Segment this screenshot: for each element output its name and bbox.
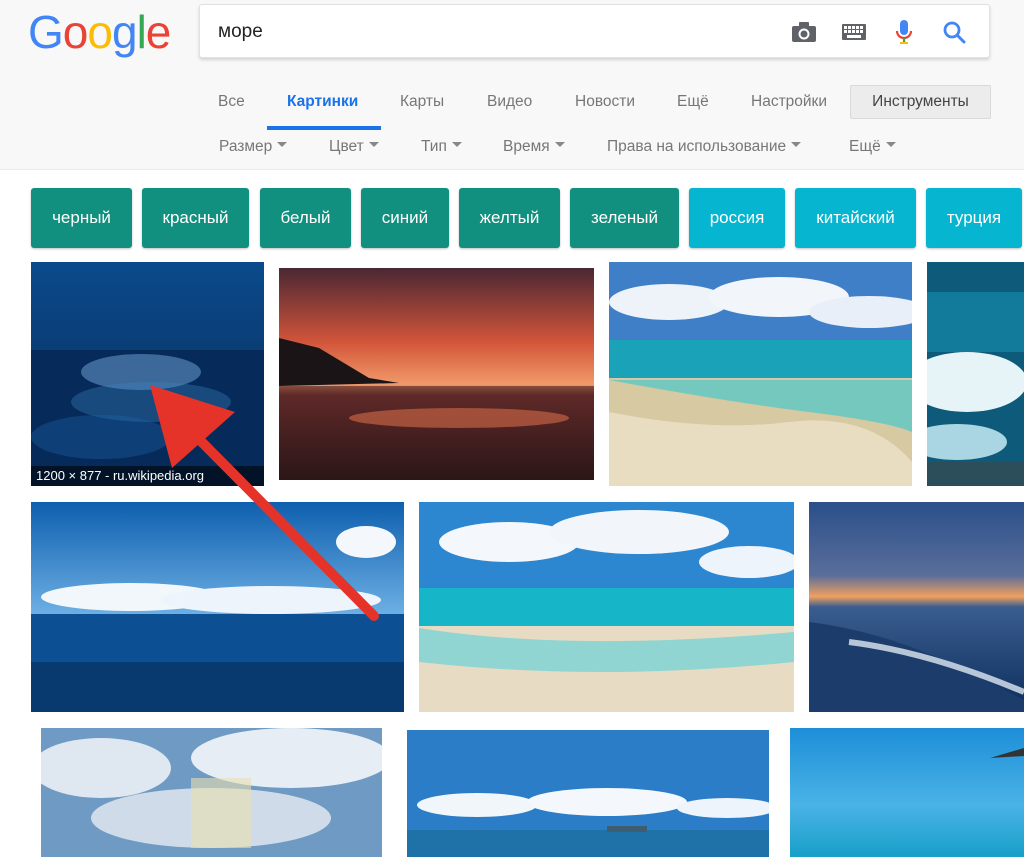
search-input[interactable] (218, 5, 778, 59)
google-logo[interactable]: Google (28, 6, 172, 58)
image-result[interactable] (609, 262, 912, 486)
image-result[interactable] (31, 502, 404, 712)
chip-red[interactable]: красный (142, 188, 249, 248)
filter-bar: Размер Цвет Тип Время Права на использов… (0, 130, 1024, 164)
filter-more[interactable]: Ещё (849, 130, 896, 164)
logo-letter: g (111, 6, 138, 58)
image-result[interactable] (809, 502, 1024, 712)
filter-label: Время (503, 138, 550, 155)
chip-turkey[interactable]: турция (926, 188, 1022, 248)
chip-chinese[interactable]: китайский (795, 188, 916, 248)
tab-images[interactable]: Картинки (287, 84, 358, 130)
caret-down-icon (885, 142, 896, 148)
tab-news[interactable]: Новости (575, 84, 635, 130)
chip-black[interactable]: черный (31, 188, 132, 248)
keyboard-icon[interactable] (840, 18, 868, 46)
caret-down-icon (451, 142, 462, 148)
image-result[interactable] (279, 268, 594, 480)
chip-russia[interactable]: россия (689, 188, 785, 248)
camera-icon[interactable] (790, 18, 818, 46)
filter-label: Цвет (329, 138, 364, 155)
search-icon[interactable] (940, 18, 968, 46)
logo-letter: e (145, 6, 172, 58)
logo-letter: o (62, 6, 89, 58)
logo-letter: o (87, 6, 113, 58)
filter-usage-rights[interactable]: Права на использование (607, 130, 802, 164)
caret-down-icon (554, 142, 565, 148)
filter-label: Ещё (849, 138, 881, 155)
logo-letter: G (28, 6, 64, 58)
tab-more[interactable]: Ещё (677, 84, 709, 130)
image-result[interactable] (41, 728, 382, 857)
related-chips: черный красный белый синий желтый зелены… (0, 188, 1024, 248)
filter-label: Права на использование (607, 138, 787, 155)
image-result[interactable] (790, 728, 1024, 857)
image-result[interactable] (419, 502, 794, 712)
tab-settings[interactable]: Настройки (751, 84, 827, 130)
tab-all[interactable]: Все (218, 84, 245, 130)
search-box (199, 4, 990, 59)
caret-down-icon (368, 142, 379, 148)
image-dimensions-caption: 1200 × 877 - ru.wikipedia.org (31, 466, 264, 486)
filter-type[interactable]: Тип (421, 130, 462, 164)
filter-label: Размер (219, 138, 273, 155)
image-result[interactable] (407, 730, 769, 857)
caret-down-icon (277, 142, 288, 148)
filter-time[interactable]: Время (503, 130, 565, 164)
logo-letter: l (136, 6, 147, 58)
filter-color[interactable]: Цвет (329, 130, 379, 164)
filter-label: Тип (421, 138, 447, 155)
image-result[interactable] (31, 262, 264, 486)
tools-button[interactable]: Инструменты (850, 85, 991, 119)
chip-green[interactable]: зеленый (570, 188, 679, 248)
image-result[interactable] (927, 262, 1024, 486)
chip-white[interactable]: белый (260, 188, 351, 248)
microphone-icon[interactable] (890, 18, 918, 46)
chip-blue[interactable]: синий (361, 188, 449, 248)
chip-yellow[interactable]: желтый (459, 188, 560, 248)
tab-maps[interactable]: Карты (400, 84, 444, 130)
caret-down-icon (791, 142, 802, 148)
tab-video[interactable]: Видео (487, 84, 532, 130)
filter-size[interactable]: Размер (219, 130, 288, 164)
